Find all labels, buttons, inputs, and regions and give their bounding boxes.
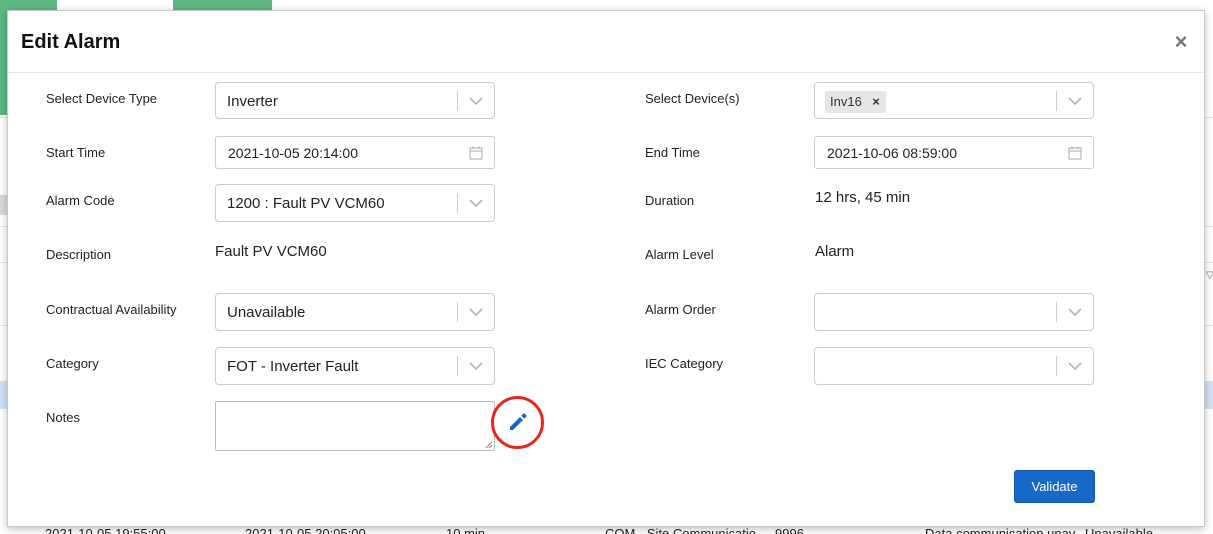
- start-time-label: Start Time: [46, 145, 106, 160]
- device-chip-label: Inv16: [830, 94, 862, 109]
- modal-title: Edit Alarm: [21, 31, 121, 53]
- end-time-value: 2021-10-06 08:59:00: [827, 145, 957, 161]
- edit-alarm-modal: Edit Alarm × Select Device Type Inverter…: [7, 10, 1205, 527]
- pencil-icon: [510, 413, 527, 430]
- end-time-input[interactable]: 2021-10-06 08:59:00: [814, 136, 1094, 169]
- alarm-code-label: Alarm Code: [46, 193, 115, 208]
- chevron-down-icon[interactable]: [469, 198, 483, 208]
- bg-cell-duration: 10 min: [446, 526, 486, 534]
- alarm-level-label: Alarm Level: [645, 247, 714, 262]
- alarm-order-label: Alarm Order: [645, 302, 716, 317]
- select-separator: [457, 356, 458, 376]
- select-separator: [457, 91, 458, 111]
- alarm-order-select[interactable]: [814, 293, 1094, 331]
- contractual-availability-value: Unavailable: [227, 304, 306, 321]
- category-value: FOT - Inverter Fault: [227, 358, 359, 375]
- description-value: Fault PV VCM60: [215, 243, 327, 260]
- calendar-icon[interactable]: [469, 146, 483, 160]
- duration-label: Duration: [645, 193, 695, 208]
- remove-chip-icon[interactable]: ×: [872, 91, 880, 113]
- edit-notes-button[interactable]: [491, 396, 544, 449]
- device-type-value: Inverter: [227, 93, 278, 110]
- chevron-down-icon[interactable]: [469, 96, 483, 106]
- devices-multiselect[interactable]: Inv16 ×: [814, 82, 1094, 119]
- close-icon[interactable]: ×: [1170, 31, 1192, 53]
- alarm-code-value: 1200 : Fault PV VCM60: [227, 195, 385, 212]
- bg-cell-code: COM - Site Communicatio...: [605, 526, 767, 534]
- notes-label: Notes: [46, 410, 80, 425]
- contractual-availability-select[interactable]: Unavailable: [215, 293, 495, 331]
- select-separator: [1056, 91, 1057, 111]
- chevron-down-icon[interactable]: [469, 361, 483, 371]
- iec-category-label: IEC Category: [645, 356, 724, 371]
- bg-cell-num: 9996: [775, 526, 804, 534]
- modal-header: Edit Alarm ×: [8, 11, 1204, 73]
- chevron-down-icon[interactable]: [1068, 96, 1082, 106]
- bg-cell-end: 2021-10-05 20:05:00: [245, 526, 366, 534]
- contractual-availability-label: Contractual Availability: [46, 302, 177, 317]
- resize-handle-icon[interactable]: [485, 441, 493, 449]
- chevron-down-icon[interactable]: [1068, 361, 1082, 371]
- end-time-label: End Time: [645, 145, 700, 160]
- calendar-icon[interactable]: [1068, 146, 1082, 160]
- select-separator: [1056, 302, 1057, 322]
- notes-textarea[interactable]: [215, 401, 495, 451]
- device-type-label: Select Device Type: [46, 91, 158, 106]
- filter-icon[interactable]: ▽: [1206, 270, 1213, 281]
- start-time-input[interactable]: 2021-10-05 20:14:00: [215, 136, 495, 169]
- iec-category-select[interactable]: [814, 347, 1094, 385]
- bg-cell-desc: Data communication unav...: [925, 526, 1086, 534]
- select-separator: [457, 193, 458, 213]
- alarm-level-value: Alarm: [815, 243, 855, 260]
- category-select[interactable]: FOT - Inverter Fault: [215, 347, 495, 385]
- select-separator: [457, 302, 458, 322]
- category-label: Category: [46, 356, 99, 371]
- devices-label: Select Device(s): [645, 91, 740, 106]
- alarm-code-select[interactable]: 1200 : Fault PV VCM60: [215, 184, 495, 222]
- bg-cell-start: 2021-10-05 19:55:00: [45, 526, 166, 534]
- validate-button[interactable]: Validate: [1014, 470, 1095, 503]
- chevron-down-icon[interactable]: [469, 307, 483, 317]
- description-label: Description: [46, 247, 112, 262]
- select-separator: [1056, 356, 1057, 376]
- duration-value: 12 hrs, 45 min: [815, 189, 911, 206]
- device-chip: Inv16 ×: [825, 91, 886, 113]
- device-type-select[interactable]: Inverter: [215, 82, 495, 119]
- bg-cell-availability: Unavailable: [1085, 526, 1153, 534]
- start-time-value: 2021-10-05 20:14:00: [228, 145, 358, 161]
- background-tab[interactable]: [173, 0, 272, 10]
- chevron-down-icon[interactable]: [1068, 307, 1082, 317]
- background-tab[interactable]: [0, 0, 57, 10]
